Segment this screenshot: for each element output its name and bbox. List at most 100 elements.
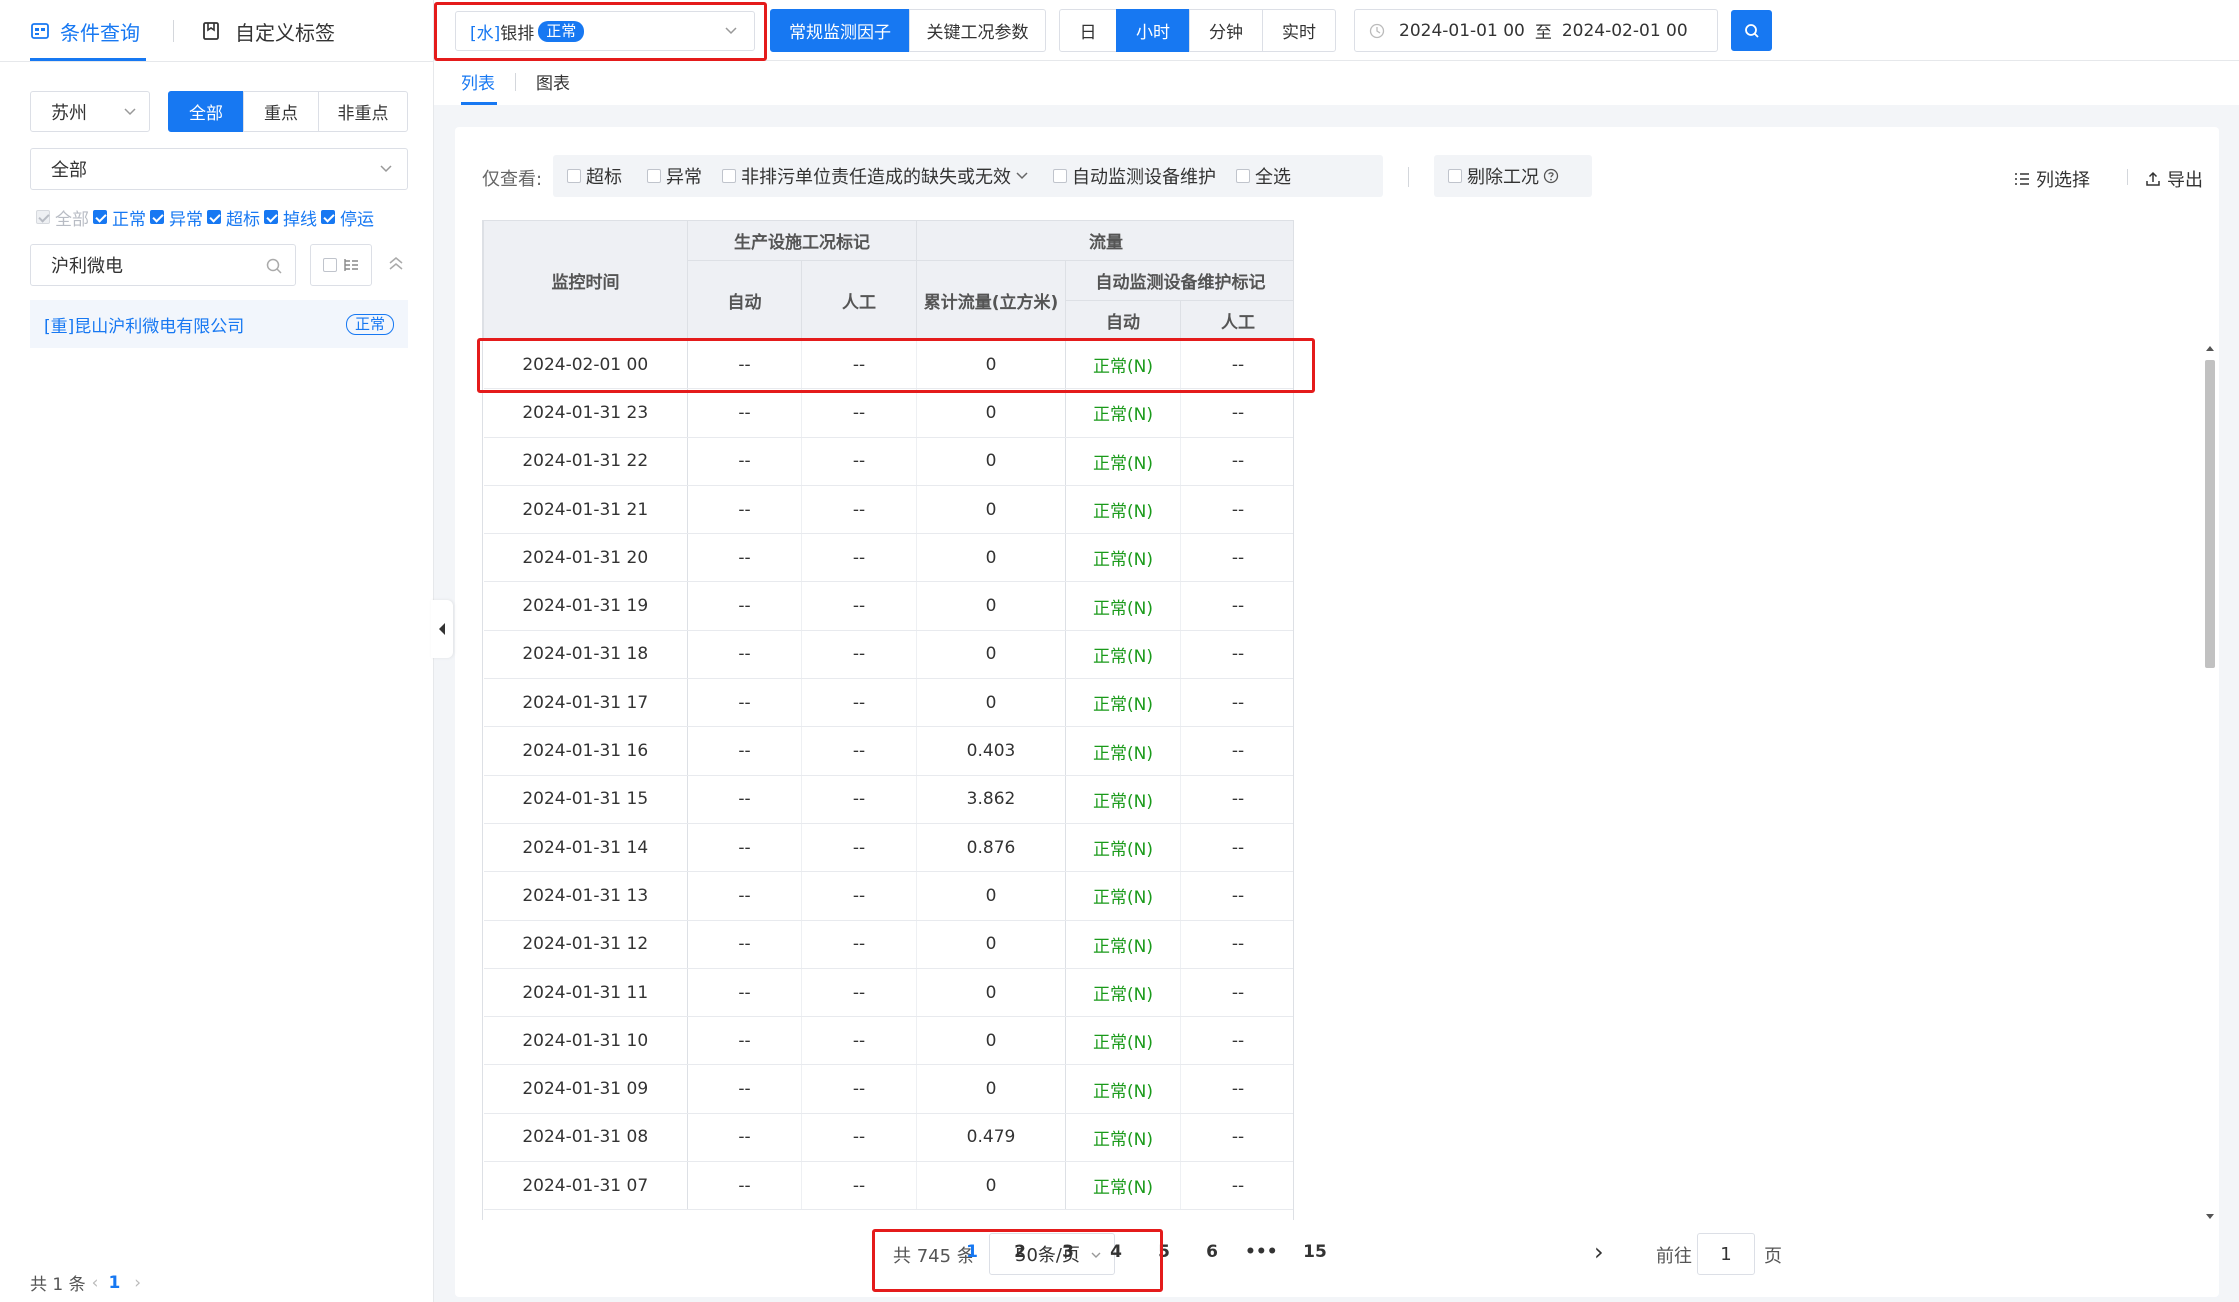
- time-tab-hour[interactable]: 小时: [1116, 9, 1190, 52]
- scrollbar-up-arrow[interactable]: [2206, 346, 2214, 351]
- tab-key-parameters[interactable]: 关键工况参数: [909, 9, 1046, 52]
- sidebar-prev-icon[interactable]: ‹: [92, 1273, 99, 1293]
- table-row[interactable]: 2024-01-31 12 -- -- 0 正常(N) --: [483, 920, 1293, 969]
- upload-icon: [2146, 171, 2160, 186]
- page-number[interactable]: 3: [1053, 1242, 1083, 1262]
- cell-cumulative-flow: 0: [916, 485, 1066, 535]
- status-filter-exceed[interactable]: 超标: [207, 205, 260, 230]
- cell-production-manual: --: [801, 485, 917, 535]
- city-select[interactable]: 苏州: [30, 91, 150, 132]
- page-number[interactable]: 2: [1005, 1242, 1035, 1262]
- page-number[interactable]: 1: [957, 1242, 987, 1262]
- goto-page-input[interactable]: 1: [1697, 1233, 1755, 1275]
- outlet-prefix: [水]: [470, 23, 501, 44]
- search-button[interactable]: [1731, 10, 1772, 51]
- category-select[interactable]: 全部: [30, 148, 408, 190]
- table-row[interactable]: 2024-01-31 15 -- -- 3.862 正常(N) --: [483, 775, 1293, 824]
- priority-nonkey-button[interactable]: 非重点: [318, 91, 408, 132]
- view-tabbar: 列表 图表: [434, 61, 2239, 105]
- date-separator: 至: [1534, 23, 1552, 43]
- status-filter-all[interactable]: 全部: [36, 205, 89, 230]
- cell-production-manual: --: [801, 775, 917, 824]
- exclude-conditions-toggle[interactable]: 剔除工况: [1434, 155, 1592, 197]
- page-number[interactable]: 5: [1149, 1242, 1179, 1262]
- cell-maintenance-manual: --: [1180, 823, 1293, 873]
- filter-maintenance[interactable]: 自动监测设备维护: [1053, 163, 1216, 189]
- time-tab-realtime[interactable]: 实时: [1262, 9, 1336, 52]
- filter-exceed-label: 超标: [586, 167, 622, 188]
- date-range-picker[interactable]: 2024-01-01 00 至 2024-02-01 00: [1354, 9, 1718, 52]
- table-row[interactable]: 2024-01-31 20 -- -- 0 正常(N) --: [483, 533, 1293, 583]
- filter-abnormal[interactable]: 异常: [647, 163, 702, 189]
- collapse-up-icon[interactable]: [386, 254, 406, 274]
- table-row[interactable]: 2024-01-31 16 -- -- 0.403 正常(N) --: [483, 726, 1293, 776]
- checkbox-icon: [1236, 169, 1250, 183]
- scrollbar-down-arrow[interactable]: [2206, 1214, 2214, 1219]
- table-row[interactable]: 2024-01-31 13 -- -- 0 正常(N) --: [483, 871, 1293, 921]
- table-row[interactable]: 2024-01-31 18 -- -- 0 正常(N) --: [483, 630, 1293, 680]
- page-ellipsis[interactable]: •••: [1245, 1242, 1278, 1262]
- table-row[interactable]: 2024-01-31 11 -- -- 0 正常(N) --: [483, 968, 1293, 1018]
- time-tab-minute[interactable]: 分钟: [1189, 9, 1263, 52]
- tab-regular-factors[interactable]: 常规监测因子: [770, 9, 910, 52]
- cell-production-auto: --: [687, 630, 802, 680]
- table-row[interactable]: 2024-01-31 08 -- -- 0.479 正常(N) --: [483, 1113, 1293, 1163]
- table-scrollbar[interactable]: [2203, 346, 2217, 1219]
- table-row[interactable]: 2024-01-31 17 -- -- 0 正常(N) --: [483, 678, 1293, 728]
- outlet-select[interactable]: [水] 银排 正常: [455, 11, 755, 51]
- page-number[interactable]: 4: [1101, 1242, 1131, 1262]
- table-row[interactable]: 2024-01-31 07 -- -- 0 正常(N) --: [483, 1161, 1293, 1211]
- filter-non-responsible[interactable]: 非排污单位责任造成的缺失或无效: [722, 163, 1029, 189]
- goto-label: 前往: [1656, 1246, 1692, 1267]
- priority-all-button[interactable]: 全部: [168, 91, 244, 132]
- tab-key-parameters-label: 关键工况参数: [926, 23, 1029, 43]
- table-row[interactable]: 2024-01-31 19 -- -- 0 正常(N) --: [483, 581, 1293, 631]
- table-row[interactable]: 2024-01-31 14 -- -- 0.876 正常(N) --: [483, 823, 1293, 873]
- search-icon: [1744, 23, 1759, 38]
- table-row[interactable]: 2024-01-31 21 -- -- 0 正常(N) --: [483, 485, 1293, 535]
- filter-exceed[interactable]: 超标: [567, 163, 622, 189]
- cell-maintenance-auto: 正常(N): [1065, 1016, 1181, 1066]
- search-icon[interactable]: [265, 257, 283, 275]
- company-list-item[interactable]: [重]昆山沪利微电有限公司 正常: [30, 300, 408, 348]
- list-settings-icon: [2015, 173, 2029, 185]
- tab-chart[interactable]: 图表: [536, 69, 570, 94]
- priority-key-button[interactable]: 重点: [243, 91, 319, 132]
- table-row[interactable]: 2024-01-31 10 -- -- 0 正常(N) --: [483, 1016, 1293, 1066]
- cell-monitor-time: 2024-01-31 14: [483, 823, 688, 873]
- sidebar-collapse-handle[interactable]: [431, 600, 453, 658]
- next-page-icon[interactable]: ›: [1594, 1238, 1604, 1266]
- checkbox-icon: [322, 258, 337, 272]
- tree-view-toggle[interactable]: [310, 244, 372, 286]
- table-row[interactable]: 2024-01-31 22 -- -- 0 正常(N) --: [483, 437, 1293, 486]
- status-filter-normal[interactable]: 正常: [93, 205, 146, 230]
- toolbar-divider: [2127, 169, 2128, 185]
- column-select-button[interactable]: 列选择: [2014, 166, 2090, 192]
- sidebar-page-current[interactable]: 1: [108, 1273, 120, 1293]
- cell-cumulative-flow: 0: [916, 678, 1066, 728]
- page-number[interactable]: 6: [1197, 1242, 1227, 1262]
- table-row[interactable]: 2024-02-01 00 -- -- 0 正常(N) --: [483, 340, 1293, 390]
- sidebar-tab-custom[interactable]: 自定义标签: [201, 14, 335, 48]
- page-number[interactable]: 15: [1300, 1242, 1330, 1262]
- help-circle-icon[interactable]: [1543, 168, 1559, 184]
- tab-list[interactable]: 列表: [461, 69, 495, 94]
- cell-maintenance-manual: --: [1180, 630, 1293, 680]
- cell-monitor-time: 2024-01-31 08: [483, 1113, 688, 1163]
- sidebar-next-icon[interactable]: ›: [134, 1273, 141, 1293]
- status-filter-stopped[interactable]: 停运: [321, 205, 374, 230]
- table-row[interactable]: 2024-01-31 23 -- -- 0 正常(N) --: [483, 388, 1293, 438]
- sidebar-tab-query[interactable]: 条件查询: [30, 14, 140, 48]
- time-tab-day[interactable]: 日: [1059, 9, 1117, 52]
- status-filter-offline[interactable]: 掉线: [264, 205, 317, 230]
- cell-cumulative-flow: 3.862: [916, 775, 1066, 824]
- cell-maintenance-auto: 正常(N): [1065, 388, 1181, 438]
- col-maintenance-auto: 自动: [1065, 300, 1181, 341]
- company-search-input[interactable]: 沪利微电: [30, 244, 296, 286]
- scrollbar-thumb[interactable]: [2205, 360, 2215, 668]
- table-row[interactable]: 2024-01-31 09 -- -- 0 正常(N) --: [483, 1064, 1293, 1114]
- filter-select-all[interactable]: 全选: [1236, 163, 1291, 189]
- cell-cumulative-flow: 0: [916, 388, 1066, 438]
- status-filter-abnormal[interactable]: 异常: [150, 205, 203, 230]
- export-button[interactable]: 导出: [2145, 166, 2203, 192]
